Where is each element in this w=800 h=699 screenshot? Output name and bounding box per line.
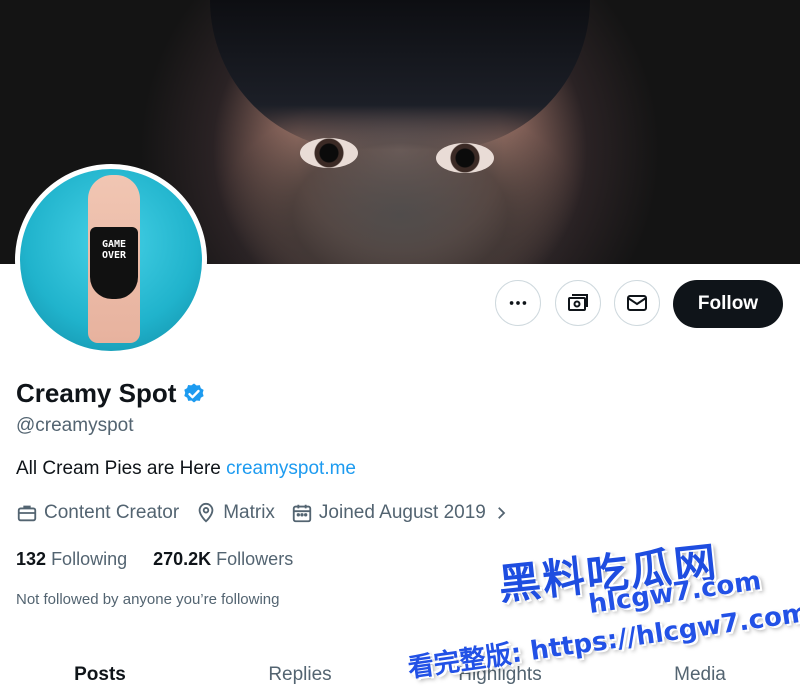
profile-bio: All Cream Pies are Here creamyspot.me — [16, 458, 356, 480]
follow-counts: 132 Following 270.2K Followers — [16, 549, 293, 570]
profile-meta: Content Creator Matrix Joined August 201… — [16, 502, 510, 524]
watermark-domain: hlcgw7.com — [586, 566, 764, 620]
profile-tabs: Posts Replies Highlights Media — [0, 650, 800, 699]
envelope-icon — [627, 295, 647, 311]
following-link[interactable]: 132 Following — [16, 549, 127, 570]
briefcase-icon — [17, 505, 37, 522]
followers-count: 270.2K — [153, 549, 212, 569]
banner-hair — [210, 0, 590, 150]
meta-location: Matrix — [195, 502, 275, 524]
profile-name: Creamy Spot — [16, 378, 177, 408]
location-pin-icon — [198, 502, 214, 523]
banner-eye-right — [436, 143, 494, 173]
following-label: Following — [51, 549, 128, 569]
followers-link[interactable]: 270.2K Followers — [153, 549, 293, 570]
category-label: Content Creator — [44, 502, 180, 523]
profile-name-row: Creamy Spot — [16, 378, 206, 409]
more-horizontal-icon — [509, 301, 527, 305]
banner-eye-left — [300, 138, 358, 168]
verified-badge-icon[interactable] — [182, 382, 206, 406]
tab-replies[interactable]: Replies — [200, 650, 400, 699]
avatar-image: GAME OVER — [20, 169, 202, 351]
tab-media[interactable]: Media — [600, 650, 800, 699]
followers-label: Followers — [216, 549, 294, 569]
following-count: 132 — [16, 549, 47, 569]
tab-posts[interactable]: Posts — [0, 650, 200, 699]
message-button[interactable] — [614, 280, 660, 326]
bio-link[interactable]: creamyspot.me — [226, 458, 356, 479]
profile-handle: @creamyspot — [16, 415, 134, 436]
subscribe-button[interactable] — [555, 280, 601, 326]
joined-label: Joined August 2019 — [318, 502, 486, 523]
location-label: Matrix — [223, 502, 275, 523]
follow-button[interactable]: Follow — [673, 280, 783, 328]
calendar-icon — [292, 504, 312, 523]
chevron-right-icon — [497, 507, 506, 519]
watermark-title: 黑料吃瓜网 — [496, 537, 721, 610]
money-icon — [568, 294, 588, 311]
meta-category: Content Creator — [16, 502, 179, 524]
not-followed-note: Not followed by anyone you’re following — [16, 591, 280, 608]
avatar-suit-text: GAME OVER — [101, 239, 127, 261]
profile-avatar[interactable]: GAME OVER — [15, 164, 207, 356]
meta-joined[interactable]: Joined August 2019 — [291, 502, 510, 524]
tab-highlights[interactable]: Highlights — [400, 650, 600, 699]
avatar-suit — [90, 227, 138, 299]
more-button[interactable] — [495, 280, 541, 326]
bio-text: All Cream Pies are Here — [16, 458, 227, 479]
